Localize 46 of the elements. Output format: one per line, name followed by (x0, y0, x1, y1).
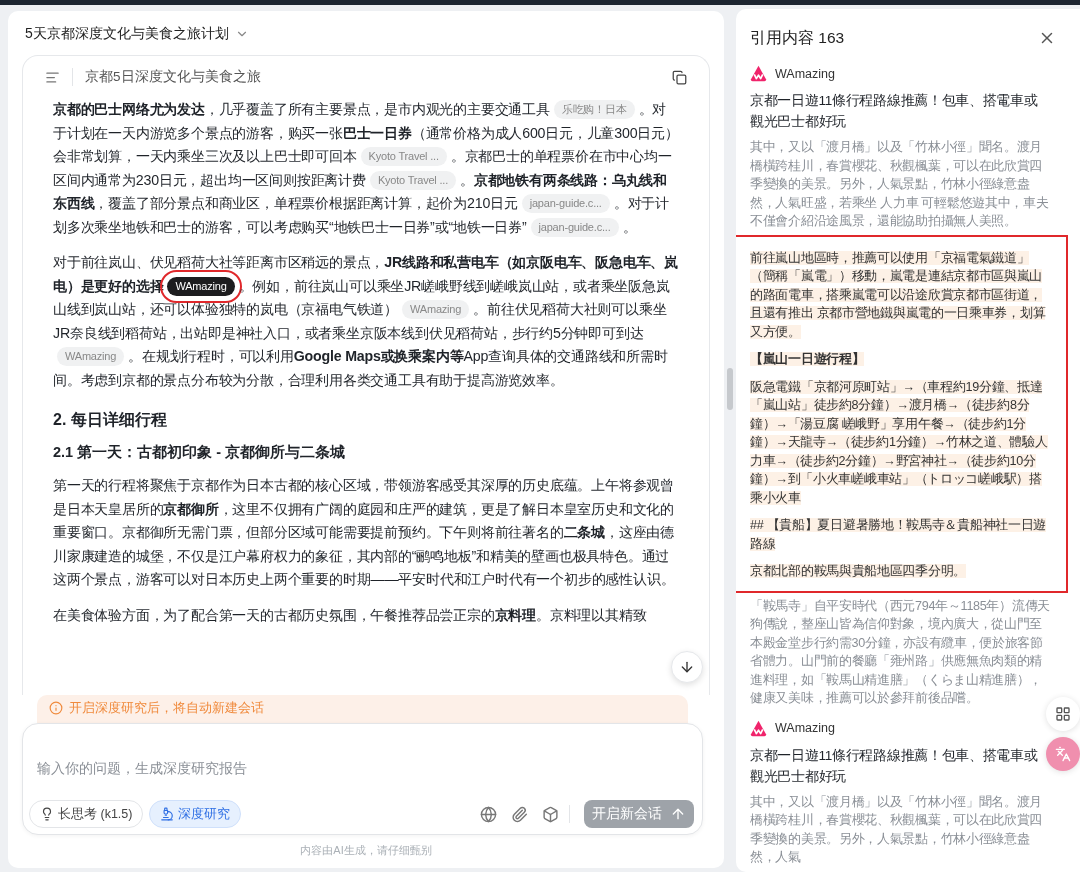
reference-title[interactable]: 京都一日遊11條行程路線推薦！包車、搭電車或觀光巴士都好玩 (750, 744, 1050, 787)
source-logo-icon (750, 719, 767, 737)
body-paragraph: 在美食体验方面，为了配合第一天的古都历史氛围，午餐推荐品尝正宗的京料理。京料理以其精致 (53, 605, 648, 625)
citation-chip[interactable]: japan-guide.c... (521, 194, 610, 213)
snippet-text: ## 【貴船】夏日避暑勝地！鞍馬寺＆貴船神社一日遊路線 (750, 517, 1048, 553)
citation-chip[interactable]: Kyoto Travel ... (360, 147, 447, 166)
snippet-text: 前往嵐山地區時，推薦可以使用「京福電氣鐵道」（簡稱「嵐電」）移動，嵐電是連結京都市區與嵐山的路面電車，搭乘嵐電可以沿途欣賞京都市區街道，且還有推出 京都市營地鐵與嵐電的一日乘車券，划算又方便。 (750, 249, 1047, 341)
citation-chip[interactable]: WAmazing (57, 347, 125, 366)
body-paragraph: 第一天的行程将聚焦于京都作为日本古都的核心区域，带领游客感受其深厚的历史底蕴。上午将参观曾是日本天皇居所的京都御所，这里不仅拥有广阔的庭园和庄严的建筑，更是了解日本皇室历史和文化的重要窗口。京都御所无需门票，但部分区域可能需要提前预约。下午则将前往著名的二条城，这座由德川家康建造的城堡，不仅是江户幕府权力的象征，其内部的“鹂鸣地板”和精美的壁画也极具特色。通过这两个景点，游客可以对日本历史上两个重要的时期——平安时代和江户时代有一个初步的感性认识。 (53, 476, 676, 589)
source-name: WAmazing (775, 721, 835, 735)
microscope-icon (160, 807, 175, 821)
subsection-heading: 2.1 第一天：古都初印象 - 京都御所与二条城 (53, 443, 347, 462)
mode-toggle-button[interactable]: 长思考 (k1.5) (29, 800, 144, 828)
references-title: 引用内容 163 (750, 27, 846, 48)
notice-text: 开启深度研究后，将自动新建会话 (69, 699, 264, 717)
scrollbar-thumb[interactable] (727, 368, 733, 410)
chat-title[interactable]: 5天京都深度文化与美食之旅计划 (25, 25, 229, 43)
globe-icon[interactable] (480, 805, 497, 823)
snippet-text: 其中，又以「渡月橋」以及「竹林小徑」聞名。渡月橋橫跨桂川，春賞櫻花、秋觀楓葉，可以在此欣賞四季變換的美景。另外，人氣景點，竹林小徑綠意盎然，人氣 (750, 793, 1044, 866)
citation-chip[interactable]: Kyoto Travel ... (369, 170, 457, 190)
lightbulb-icon (40, 807, 54, 821)
body-paragraph: 京都的巴士网络尤为发达，几乎覆盖了所有主要景点，是市内观光的主要交通工具 乐吃购！日本 。对于计划在一天内游览多个景点的游客，购买一张巴士一日券（通常价格为成人600日元，儿童300日元）会非常划算，一天内乘坐三次及以上巴士即可回本 Kyoto Travel ... 。京都巴士的单程票价在市中心均一区间内通常为230日元，超出均一区间则按距离计费 Kyoto Travel ... 。京都地铁有两条线路：乌丸线和东西线，覆盖了部分景点和商业区，单程票价根据距离计算，起价为210日元 japan-guide.c... 。对于计划多次乘坐地铁和巴士的游客，可以考虑购买“地铁巴士一日券”或“地铁一日券” japan-guide.c... 。 (53, 99, 679, 239)
snippet-heading: 【嵐山一日遊行程】 (750, 351, 866, 368)
snippet-text: 「鞍馬寺」自平安時代（西元794年～1185年）流傳天狗傳說，整座山皆為信仰對象，境內廣大，從山門至本殿金堂步行約需30分鐘，亦設有纜車，便於旅客節省體力。山門前的餐廳「雍州路」供應無魚肉類的精進料理，如「鞍馬山精進膳」（くらま山精進膳），健康又美味，推薦可以於參拜前後品嚐。 (750, 597, 1050, 707)
grid-icon (1055, 706, 1071, 722)
info-icon (49, 701, 63, 715)
outline-icon[interactable] (45, 69, 60, 85)
source-name: WAmazing (775, 66, 835, 81)
disclaimer-text: 内容由AI生成，请仔细甄别 (299, 843, 433, 858)
scroll-down-button[interactable] (671, 651, 703, 683)
citation-chip[interactable]: japan-guide.c... (530, 217, 619, 237)
cube-icon[interactable] (542, 805, 559, 823)
snippet-text: 阪急電鐵「京都河原町站」→（車程約19分鐘、抵達「嵐山站」徒步約8分鐘）→渡月橋→（徒步約8分鐘）→「湯豆腐 嵯峨野」享用午餐→（徒步約1分鐘）→天龍寺→（徒步約1分鐘）→竹林之道、體驗人力車→（徒步約2分鐘）→野宮神社→（徒步約10分鐘）→到「小火車嵯峨車站」（トロッコ嵯峨駅）搭乘小火車 (750, 378, 1049, 507)
snippet-text: 其中，又以「渡月橋」以及「竹林小徑」聞名。渡月橋橫跨桂川，春賞櫻花、秋觀楓葉，可以在此欣賞四季變換的美景。另外，人氣景點，竹林小徑綠意盎然，人氣旺盛，若乘坐 人力車 可輕鬆悠遊其中，車夫不僅會介紹沿途風景，還能協助拍攝無人美照。 (750, 139, 1050, 230)
mode-toggle-button[interactable]: 深度研究 (149, 800, 242, 828)
citation-chip[interactable]: WAmazing (402, 300, 470, 319)
translate-icon (1055, 746, 1071, 762)
snippet-text: 京都北部的鞍馬與貴船地區四季分明。 (750, 563, 967, 580)
citation-chip[interactable]: 乐吃购！日本 (553, 100, 635, 119)
paperclip-icon[interactable] (511, 805, 528, 823)
copy-icon[interactable] (672, 69, 687, 85)
document-title: 京都5日深度文化与美食之旅 (85, 68, 262, 86)
reference-title[interactable]: 京都一日遊11條行程路線推薦！包車、搭電車或觀光巴士都好玩 (750, 90, 1050, 132)
section-heading: 2. 每日详细行程 (53, 410, 168, 430)
arrow-down-icon (679, 659, 695, 675)
source-logo-icon (750, 65, 767, 82)
